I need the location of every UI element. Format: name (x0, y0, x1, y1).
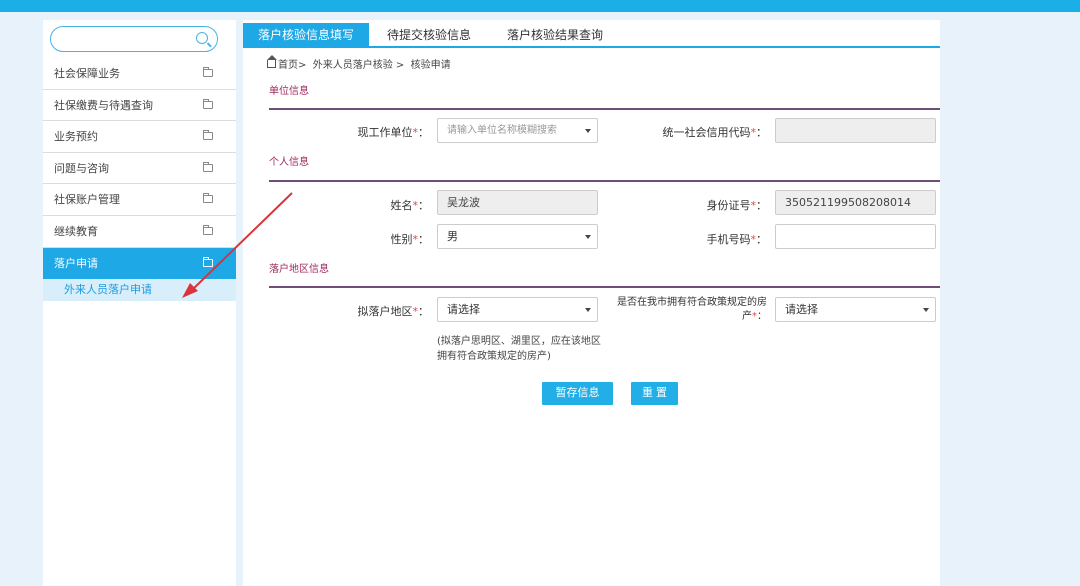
sidebar-item-label: 社保账户管理 (54, 193, 120, 207)
section-title-unit: 单位信息 (269, 86, 309, 97)
tab-bar: 落户核验信息填写 待提交核验信息 落户核验结果查询 (243, 20, 940, 48)
id-label: 身份证号*： (706, 199, 768, 212)
sidebar-item-label: 社保缴费与待遇查询 (54, 98, 153, 112)
name-label: 姓名*： (390, 199, 430, 212)
work-unit-select[interactable]: 请输入单位名称模糊搜索 (437, 118, 598, 143)
credit-code-field (775, 118, 936, 143)
top-bar (0, 0, 1080, 12)
folder-icon (203, 193, 213, 204)
folder-icon (203, 67, 213, 77)
folder-icon (203, 161, 213, 172)
chevron-down-icon (585, 308, 591, 312)
breadcrumb: 首页> 外来人员落户核验 > 核验申请 (267, 55, 451, 71)
region-note: (拟落户思明区、湖里区，应在该地区拥有符合政策规定的房产) (437, 336, 601, 362)
breadcrumb-home[interactable]: 首页> (278, 60, 306, 71)
reset-button[interactable]: 重 置 (631, 382, 678, 405)
sidebar-item-label: 落户申请 (54, 256, 98, 270)
folder-open-icon (203, 256, 213, 267)
search-icon[interactable] (196, 32, 208, 44)
sidebar-item-label: 社会保障业务 (54, 67, 120, 80)
sidebar-subitem-outsider-settlement[interactable]: 外来人员落户申请 (43, 279, 236, 302)
sidebar-item-social-security[interactable]: 社会保障业务 (43, 58, 236, 90)
sidebar-item-account[interactable]: 社保账户管理 (43, 184, 236, 216)
sidebar-item-consulting[interactable]: 问题与咨询 (43, 153, 236, 185)
sidebar-item-label: 业务预约 (54, 130, 98, 144)
sidebar-item-label: 继续教育 (54, 224, 98, 238)
section-title-region: 落户地区信息 (269, 264, 329, 275)
tab-fill-info[interactable]: 落户核验信息填写 (243, 23, 369, 47)
search-input[interactable] (63, 28, 193, 50)
gender-label: 性别*： (390, 233, 430, 246)
search-box[interactable] (50, 26, 218, 52)
region-select[interactable]: 请选择 (437, 297, 598, 322)
phone-input[interactable] (775, 224, 936, 249)
breadcrumb-level1[interactable]: 外来人员落户核验 > (313, 60, 405, 71)
house-select[interactable]: 请选择 (775, 297, 936, 322)
sidebar-item-settlement[interactable]: 落户申请 (43, 247, 236, 280)
folder-icon (203, 98, 213, 109)
chevron-down-icon (923, 308, 929, 312)
home-icon (267, 55, 277, 68)
sidebar: 社会保障业务 社保缴费与待遇查询 业务预约 问题与咨询 社保账户管理 继续教育 … (43, 20, 236, 586)
sidebar-item-appointment[interactable]: 业务预约 (43, 121, 236, 153)
save-button[interactable]: 暂存信息 (542, 382, 613, 405)
credit-code-label: 统一社会信用代码*： (662, 126, 768, 139)
gender-select[interactable]: 男 (437, 224, 598, 249)
section-divider (269, 286, 940, 288)
name-field: 吴龙波 (437, 190, 598, 215)
chevron-down-icon (585, 129, 591, 133)
phone-label: 手机号码*： (706, 233, 768, 246)
work-unit-label: 现工作单位*： (357, 126, 430, 139)
sidebar-item-education[interactable]: 继续教育 (43, 216, 236, 248)
region-label: 拟落户地区*： (357, 305, 430, 318)
section-title-personal: 个人信息 (269, 157, 309, 168)
tab-pending-submit[interactable]: 待提交核验信息 (369, 23, 489, 47)
breadcrumb-level2: 核验申请 (410, 60, 451, 71)
chevron-down-icon (585, 235, 591, 239)
main-panel: 落户核验信息填写 待提交核验信息 落户核验结果查询 首页> 外来人员落户核验 >… (243, 20, 940, 586)
sidebar-item-payment-query[interactable]: 社保缴费与待遇查询 (43, 90, 236, 122)
folder-icon (203, 130, 213, 141)
section-divider (269, 108, 940, 110)
tab-result-query[interactable]: 落户核验结果查询 (489, 23, 621, 47)
house-label: 是否在我市拥有符合政策规定的房 产*： (617, 297, 767, 322)
sidebar-item-label: 问题与咨询 (54, 161, 109, 175)
sidebar-menu: 社会保障业务 社保缴费与待遇查询 业务预约 问题与咨询 社保账户管理 继续教育 … (43, 58, 236, 302)
id-number-field: 350521199508208014 (775, 190, 936, 215)
section-divider (269, 180, 940, 182)
folder-icon (203, 224, 213, 235)
